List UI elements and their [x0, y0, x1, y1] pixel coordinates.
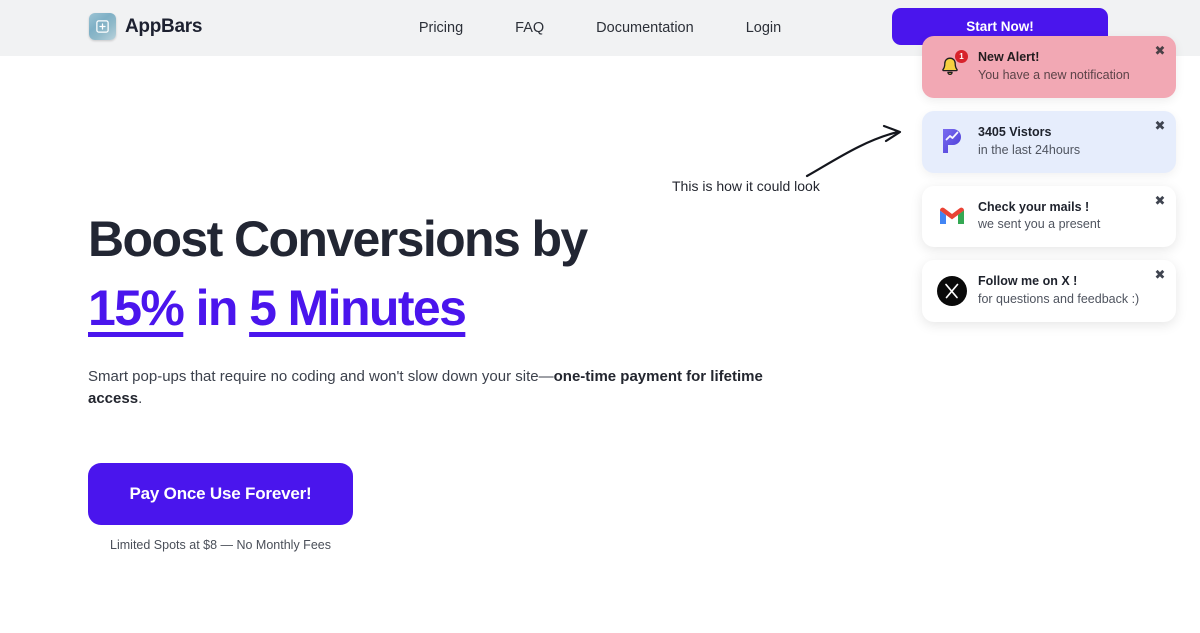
- nav-link-login[interactable]: Login: [746, 20, 781, 36]
- headline-connector: in: [183, 280, 250, 336]
- notification-body: New Alert! You have a new notification: [978, 49, 1130, 84]
- bell-icon: 1: [937, 50, 968, 81]
- notification-title: New Alert!: [978, 50, 1040, 64]
- notification-title: Check your mails !: [978, 199, 1090, 214]
- landing-page: AppBars Pricing FAQ Documentation Login …: [0, 0, 1200, 633]
- notification-body: Follow me on X ! for questions and feedb…: [978, 273, 1139, 308]
- hero-subtitle: Smart pop-ups that require no coding and…: [88, 366, 788, 410]
- notification-subtitle: in the last 24hours: [978, 142, 1081, 157]
- close-icon[interactable]: ✖: [1153, 119, 1167, 134]
- notification-stack: 1 New Alert! You have a new notification…: [922, 36, 1176, 322]
- square-plus-icon: [89, 13, 116, 40]
- nav-link-faq[interactable]: FAQ: [515, 20, 544, 36]
- headline-line-2: 15% in 5 Minutes: [88, 279, 788, 337]
- notification-subtitle: we sent you a present: [978, 217, 1101, 232]
- x-twitter-icon: [937, 275, 967, 306]
- headline-line-1: Boost Conversions by: [88, 211, 588, 267]
- badge-count: 1: [955, 50, 968, 64]
- notification-card-mail[interactable]: Check your mails ! we sent you a present…: [922, 185, 1176, 248]
- curved-arrow-icon: [805, 124, 902, 178]
- pay-once-button[interactable]: Pay Once Use Forever!: [88, 462, 353, 525]
- nav-link-pricing[interactable]: Pricing: [419, 20, 463, 36]
- close-icon[interactable]: ✖: [1153, 269, 1167, 283]
- subtitle-end: .: [138, 389, 143, 407]
- gmail-icon: [937, 201, 967, 231]
- nav-link-documentation[interactable]: Documentation: [596, 20, 694, 36]
- brand[interactable]: AppBars: [89, 13, 202, 40]
- cta-note: Limited Spots at $8 — No Monthly Fees: [110, 537, 331, 552]
- notification-body: Check your mails ! we sent you a present: [978, 199, 1100, 234]
- headline-percent: 15%: [88, 280, 185, 336]
- notification-card-follow-x[interactable]: Follow me on X ! for questions and feedb…: [922, 260, 1176, 322]
- notification-card-visitors[interactable]: 3405 Vistors in the last 24hours ✖: [922, 110, 1176, 173]
- notification-card-new-alert[interactable]: 1 New Alert! You have a new notification…: [922, 36, 1176, 98]
- headline-minutes: 5 Minutes: [249, 280, 467, 336]
- cta-group: Pay Once Use Forever! Limited Spots at $…: [88, 462, 788, 552]
- brand-name: AppBars: [125, 15, 203, 37]
- annotation-text: This is how it could look: [672, 178, 820, 194]
- annotation: This is how it could look: [672, 122, 912, 194]
- notification-subtitle: You have a new notification: [978, 67, 1130, 82]
- subtitle-plain: Smart pop-ups that require no coding and…: [88, 368, 554, 385]
- notification-title: 3405 Vistors: [978, 124, 1052, 139]
- plausible-analytics-icon: [937, 126, 967, 156]
- close-icon[interactable]: ✖: [1153, 194, 1167, 209]
- notification-title: Follow me on X !: [978, 274, 1078, 289]
- notification-body: 3405 Vistors in the last 24hours: [978, 124, 1080, 159]
- hero-section: Boost Conversions by 15% in 5 Minutes Sm…: [88, 210, 788, 552]
- page-title: Boost Conversions by 15% in 5 Minutes: [88, 210, 788, 337]
- close-icon[interactable]: ✖: [1153, 45, 1167, 59]
- notification-subtitle: for questions and feedback :): [978, 292, 1140, 307]
